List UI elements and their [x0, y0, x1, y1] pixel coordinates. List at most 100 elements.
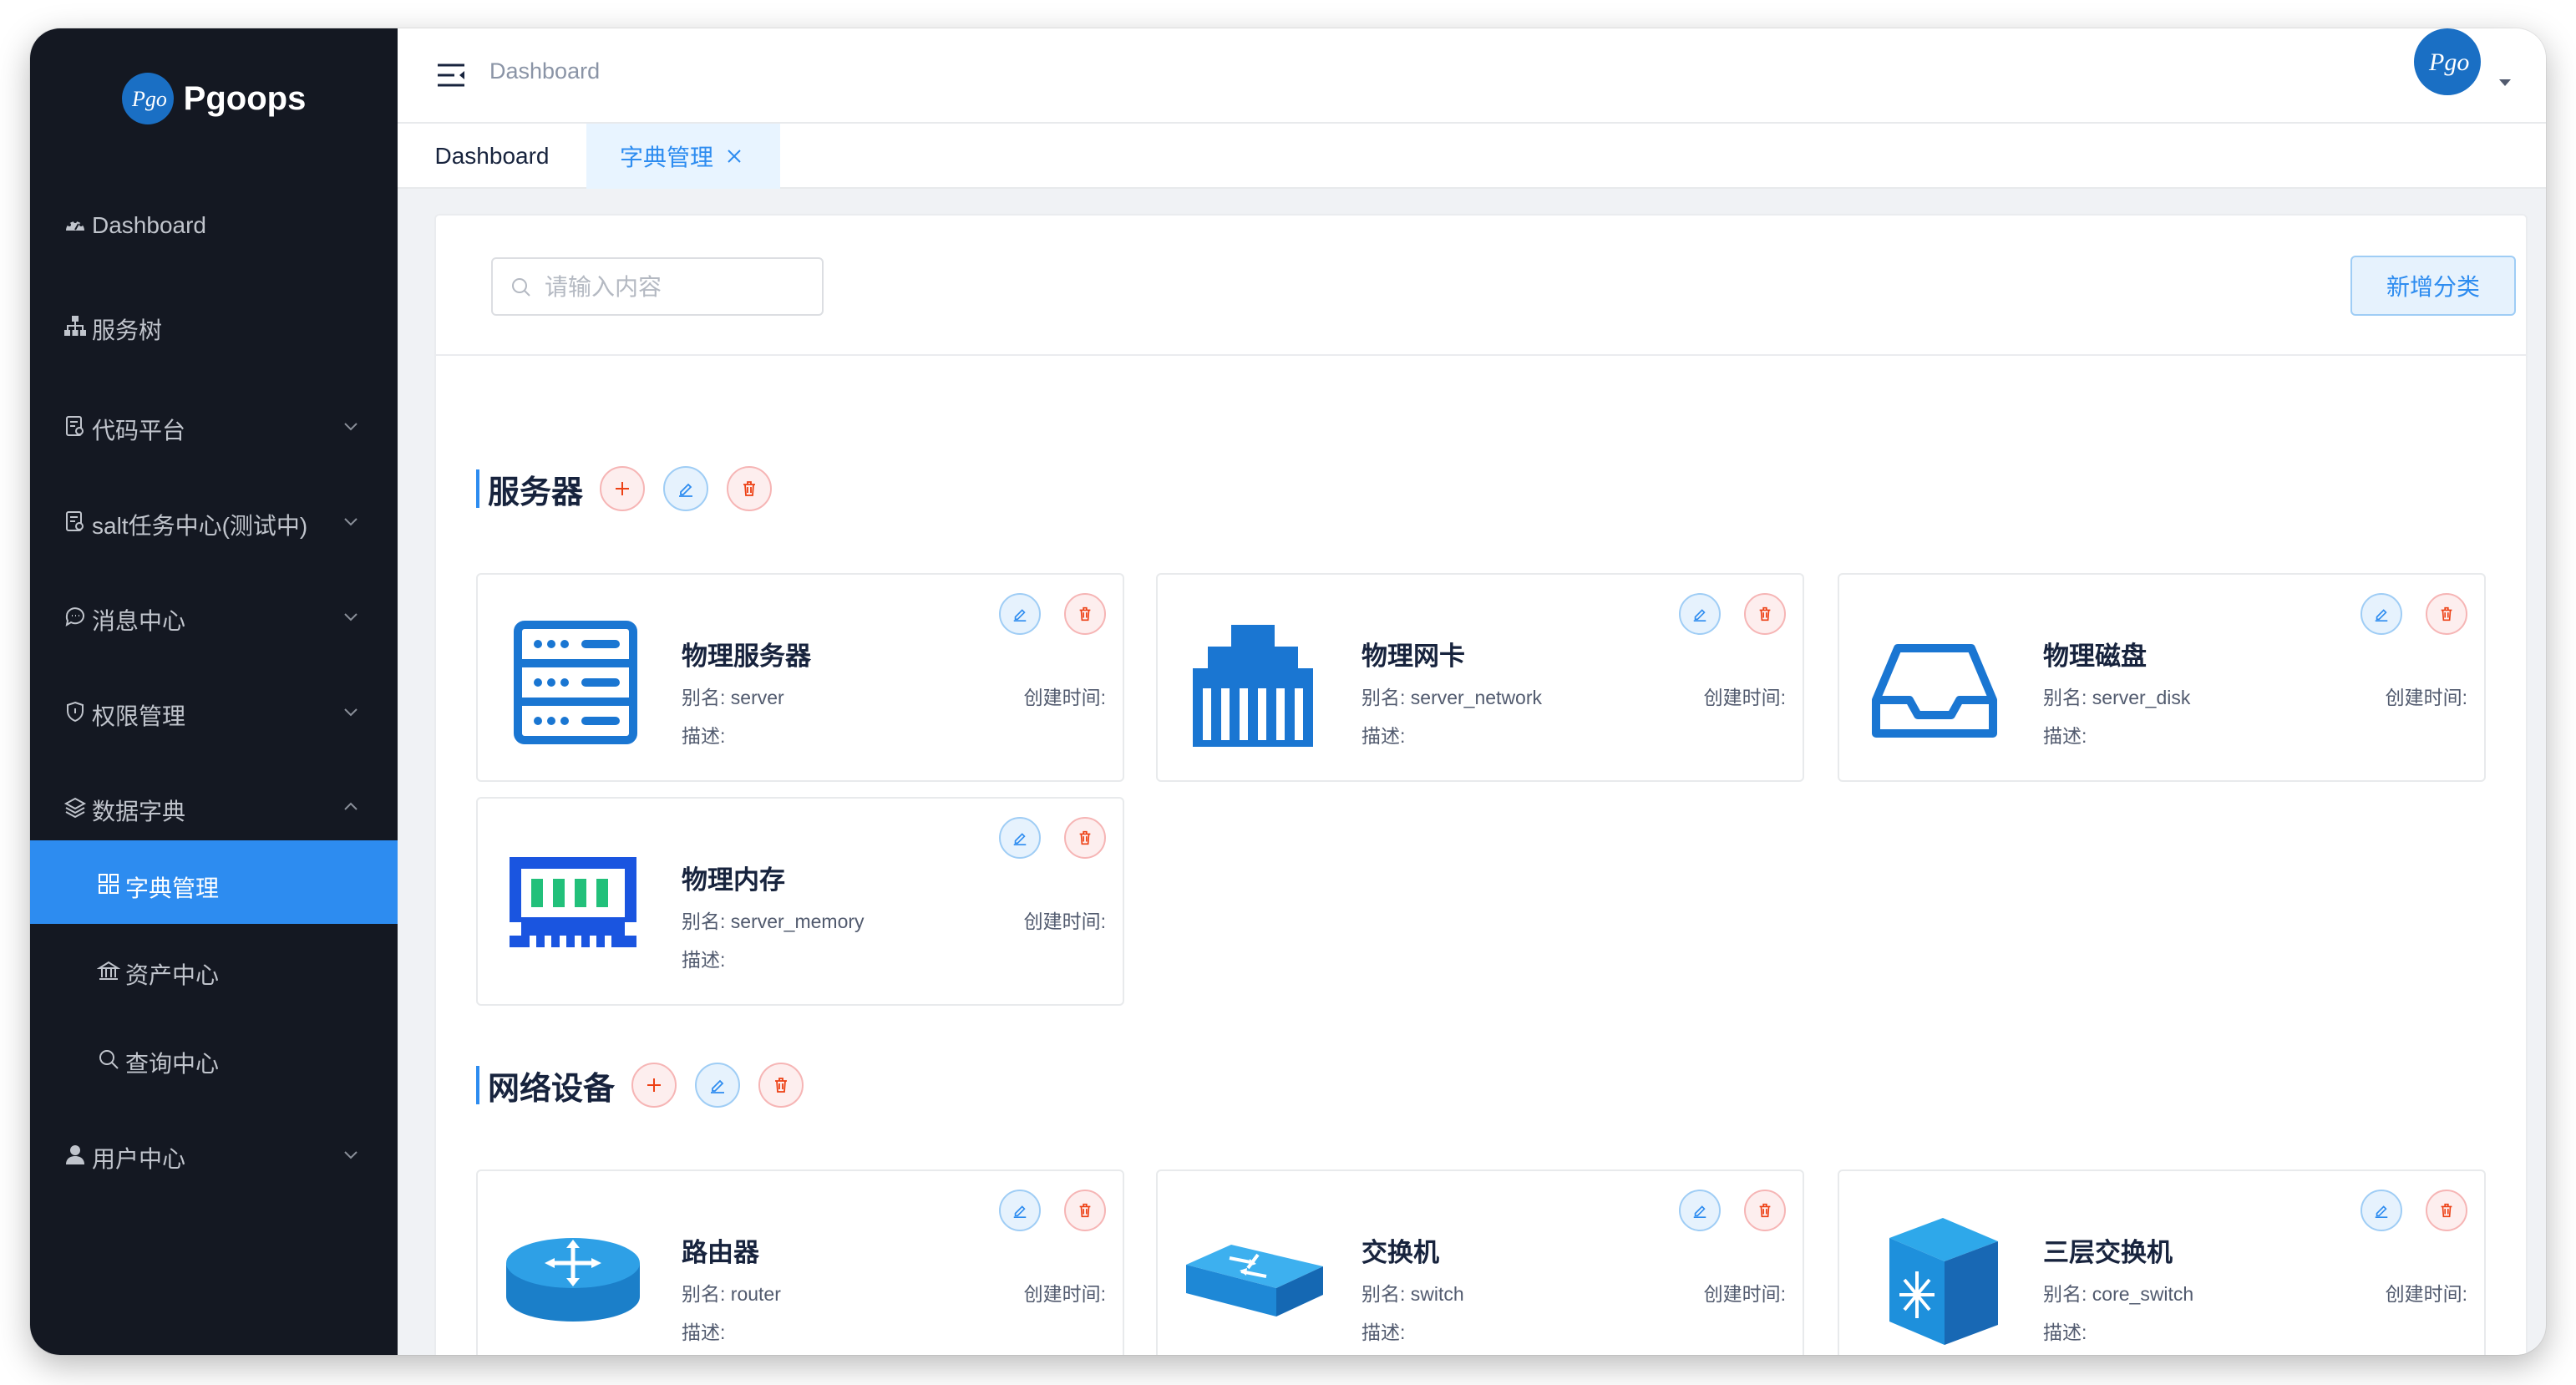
edit-button[interactable]: [999, 817, 1041, 859]
dashboard-icon: [63, 214, 87, 237]
sidebar-item-label: Dashboard: [92, 212, 206, 238]
card-created-label: 创建时间:: [1703, 687, 1786, 708]
sidebar-item-data-dictionary[interactable]: 数据字典: [30, 782, 398, 832]
add-category-button[interactable]: 新增分类: [2350, 256, 2516, 316]
edit-button[interactable]: [1679, 1190, 1721, 1231]
delete-category-button[interactable]: [758, 1063, 804, 1108]
memory-module-icon: [510, 857, 636, 947]
menu-collapse-icon[interactable]: [436, 60, 466, 90]
card-alias: 别名: core_switch: [2043, 1283, 2194, 1305]
sidebar-item-label: salt任务中心(测试中): [92, 513, 308, 539]
sidebar-item-user-center[interactable]: 用户中心: [30, 1129, 398, 1180]
user-icon: [63, 1143, 87, 1166]
sidebar-item-label: 代码平台: [92, 418, 186, 444]
sidebar-item-label: 服务树: [92, 317, 163, 343]
edit-icon: [2375, 609, 2388, 621]
search-icon: [97, 1048, 120, 1071]
edit-button[interactable]: [1679, 593, 1721, 635]
card-description-label: 描述:: [1362, 1322, 1406, 1343]
delete-category-button[interactable]: [727, 466, 773, 511]
card-alias: 别名: server_memory: [682, 911, 865, 932]
edit-category-button[interactable]: [663, 466, 709, 511]
dict-card-physical-disk[interactable]: 物理磁盘 别名: server_disk 描述: 创建时间:: [1838, 573, 2486, 782]
tab-label: 字典管理: [620, 145, 714, 170]
edit-button[interactable]: [999, 593, 1041, 635]
card-title: 交换机: [1362, 1238, 1439, 1267]
section-header: 服务器: [476, 466, 790, 511]
add-item-button[interactable]: [631, 1063, 677, 1108]
edit-category-button[interactable]: [695, 1063, 741, 1108]
card-created-label: 创建时间:: [2385, 1283, 2467, 1305]
avatar[interactable]: Pgo: [2414, 28, 2481, 95]
sidebar-item-service-tree[interactable]: 服务树: [30, 301, 398, 351]
main-content: 新增分类 服务器 物理服: [434, 214, 2528, 1355]
edit-button[interactable]: [999, 1190, 1041, 1231]
delete-button[interactable]: [1744, 1190, 1786, 1231]
trash-icon: [743, 481, 756, 496]
edit-icon: [2375, 1205, 2388, 1218]
dict-card-physical-memory[interactable]: 物理内存 别名: server_memory 描述: 创建时间:: [476, 797, 1124, 1006]
sidebar-item-salt-task-center[interactable]: salt任务中心(测试中): [30, 496, 398, 546]
edit-button[interactable]: [2360, 1190, 2402, 1231]
search-icon: [512, 278, 530, 297]
sidebar-item-asset-center[interactable]: 资产中心: [30, 946, 398, 996]
sidebar-item-label: 消息中心: [92, 608, 186, 634]
search-input[interactable]: [543, 266, 814, 309]
switch-icon: [1186, 1245, 1323, 1317]
sidebar-item-code-platform[interactable]: 代码平台: [30, 401, 398, 451]
delete-button[interactable]: [1744, 593, 1786, 635]
sidebar-item-label: 字典管理: [125, 875, 220, 901]
document-icon: [63, 414, 87, 438]
sidebar-item-dashboard[interactable]: Dashboard: [30, 200, 398, 251]
trash-icon: [1079, 606, 1091, 621]
card-title: 路由器: [682, 1238, 759, 1267]
delete-button[interactable]: [2426, 1190, 2467, 1231]
sidebar-item-label: 资产中心: [125, 962, 220, 988]
dict-card-switch[interactable]: 交换机 别名: switch 描述: 创建时间:: [1156, 1169, 1804, 1355]
dict-card-core-switch[interactable]: 三层交换机 别名: core_switch 描述: 创建时间:: [1838, 1169, 2486, 1355]
card-alias: 别名: server_disk: [2043, 687, 2191, 708]
delete-button[interactable]: [1064, 817, 1106, 859]
delete-button[interactable]: [1064, 593, 1106, 635]
router-icon: [506, 1238, 640, 1322]
add-item-button[interactable]: [600, 466, 646, 511]
caret-down-icon[interactable]: [2497, 75, 2513, 90]
breadcrumb[interactable]: Dashboard: [489, 58, 600, 84]
edit-button[interactable]: [2360, 593, 2402, 635]
edit-icon: [711, 1079, 725, 1093]
trash-icon: [1759, 606, 1771, 621]
card-description-label: 描述:: [2043, 725, 2087, 747]
delete-button[interactable]: [1064, 1190, 1106, 1231]
dict-card-physical-server[interactable]: 物理服务器 别名: server 描述: 创建时间:: [476, 573, 1124, 782]
sidebar-item-dictionary-management[interactable]: 字典管理: [30, 840, 398, 924]
app-name: Pgoops: [183, 79, 307, 117]
layers-icon: [63, 795, 87, 819]
sidebar-item-message-center[interactable]: 消息中心: [30, 591, 398, 642]
card-description-label: 描述:: [682, 1322, 726, 1343]
chevron-down-icon: [344, 708, 357, 717]
close-icon[interactable]: [725, 147, 743, 165]
edit-icon: [1693, 609, 1706, 621]
network-card-icon: [1193, 625, 1313, 747]
trash-icon: [2441, 606, 2452, 621]
section-accent-bar: [476, 1066, 479, 1104]
card-description-label: 描述:: [682, 949, 726, 971]
delete-button[interactable]: [2426, 593, 2467, 635]
card-alias: 别名: server_network: [1362, 687, 1543, 708]
sidebar-item-query-center[interactable]: 查询中心: [30, 1034, 398, 1084]
chevron-down-icon: [344, 423, 357, 431]
plus-icon: [616, 482, 630, 495]
tab-dashboard[interactable]: Dashboard: [398, 124, 586, 189]
tab-dictionary-management[interactable]: 字典管理: [586, 124, 780, 189]
logo[interactable]: Pgo Pgoops: [30, 65, 398, 132]
sidebar-item-permission[interactable]: 权限管理: [30, 687, 398, 737]
trash-icon: [1079, 1203, 1091, 1218]
tab-label: Dashboard: [434, 143, 550, 169]
trash-icon: [1759, 1203, 1771, 1218]
card-title: 三层交换机: [2043, 1238, 2173, 1267]
dict-card-router[interactable]: 路由器 别名: router 描述: 创建时间:: [476, 1169, 1124, 1355]
shield-icon: [63, 700, 87, 723]
logo-icon: Pgo: [121, 73, 174, 124]
dict-card-physical-nic[interactable]: 物理网卡 别名: server_network 描述: 创建时间:: [1156, 573, 1804, 782]
card-description-label: 描述:: [1362, 725, 1406, 747]
